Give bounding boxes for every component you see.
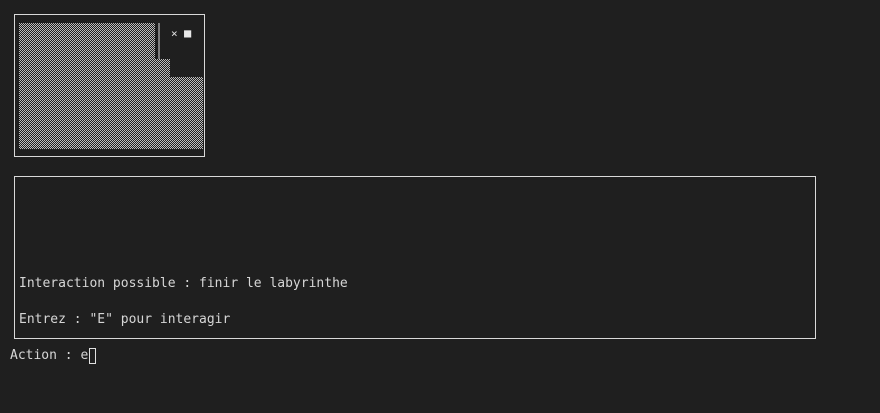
action-prompt-label: Action : bbox=[10, 348, 81, 363]
maze-walls bbox=[19, 23, 203, 149]
maze-map-panel: × ■ bbox=[14, 14, 205, 157]
player-marker-icon: × bbox=[171, 27, 178, 40]
action-prompt[interactable]: Action : e bbox=[10, 347, 97, 365]
maze-map: × ■ bbox=[19, 23, 203, 149]
text-cursor bbox=[89, 348, 97, 364]
action-input[interactable]: e bbox=[80, 347, 88, 365]
interaction-message: Interaction possible : finir le labyrint… bbox=[19, 276, 348, 291]
message-panel: Interaction possible : finir le labyrint… bbox=[14, 176, 816, 339]
instruction-message: Entrez : "E" pour interagir bbox=[19, 312, 231, 327]
goal-marker-icon: ■ bbox=[184, 26, 192, 40]
